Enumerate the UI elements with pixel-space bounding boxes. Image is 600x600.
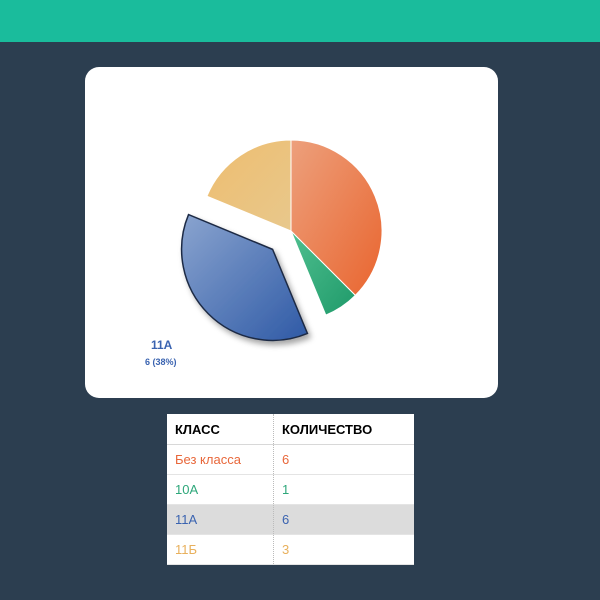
count-cell: 1 xyxy=(273,474,414,505)
table-row[interactable]: Без класса 6 xyxy=(167,444,414,475)
column-header-count[interactable]: КОЛИЧЕСТВО xyxy=(273,414,414,445)
count-cell: 3 xyxy=(273,534,414,565)
count-cell: 6 xyxy=(273,444,414,475)
table-row[interactable]: 11А 6 xyxy=(167,504,414,535)
column-header-class[interactable]: КЛАСС xyxy=(167,414,274,445)
pie-label-value: 6 (38%) xyxy=(145,357,177,367)
pie-chart: 11А 6 (38%) xyxy=(145,139,383,367)
count-cell: 6 xyxy=(273,504,414,535)
class-cell: 11Б xyxy=(167,534,274,565)
pie-slice-1[interactable] xyxy=(290,139,383,297)
pie-label-name: 11А xyxy=(151,338,173,352)
table-header-row: КЛАСС КОЛИЧЕСТВО xyxy=(167,414,414,445)
chart-card: 11А 6 (38%) xyxy=(85,67,498,398)
class-count-table: КЛАСС КОЛИЧЕСТВО Без класса 6 10А 1 11А 6 11Б 3 xyxy=(167,414,414,565)
class-cell: Без класса xyxy=(167,444,274,475)
class-cell: 10А xyxy=(167,474,274,505)
class-cell: 11А xyxy=(167,504,274,535)
table-row[interactable]: 11Б 3 xyxy=(167,534,414,565)
pie-slice-3[interactable] xyxy=(180,213,309,342)
pie-slice-4[interactable] xyxy=(206,139,292,232)
table-row[interactable]: 10А 1 xyxy=(167,474,414,505)
top-header-bar xyxy=(0,0,600,42)
